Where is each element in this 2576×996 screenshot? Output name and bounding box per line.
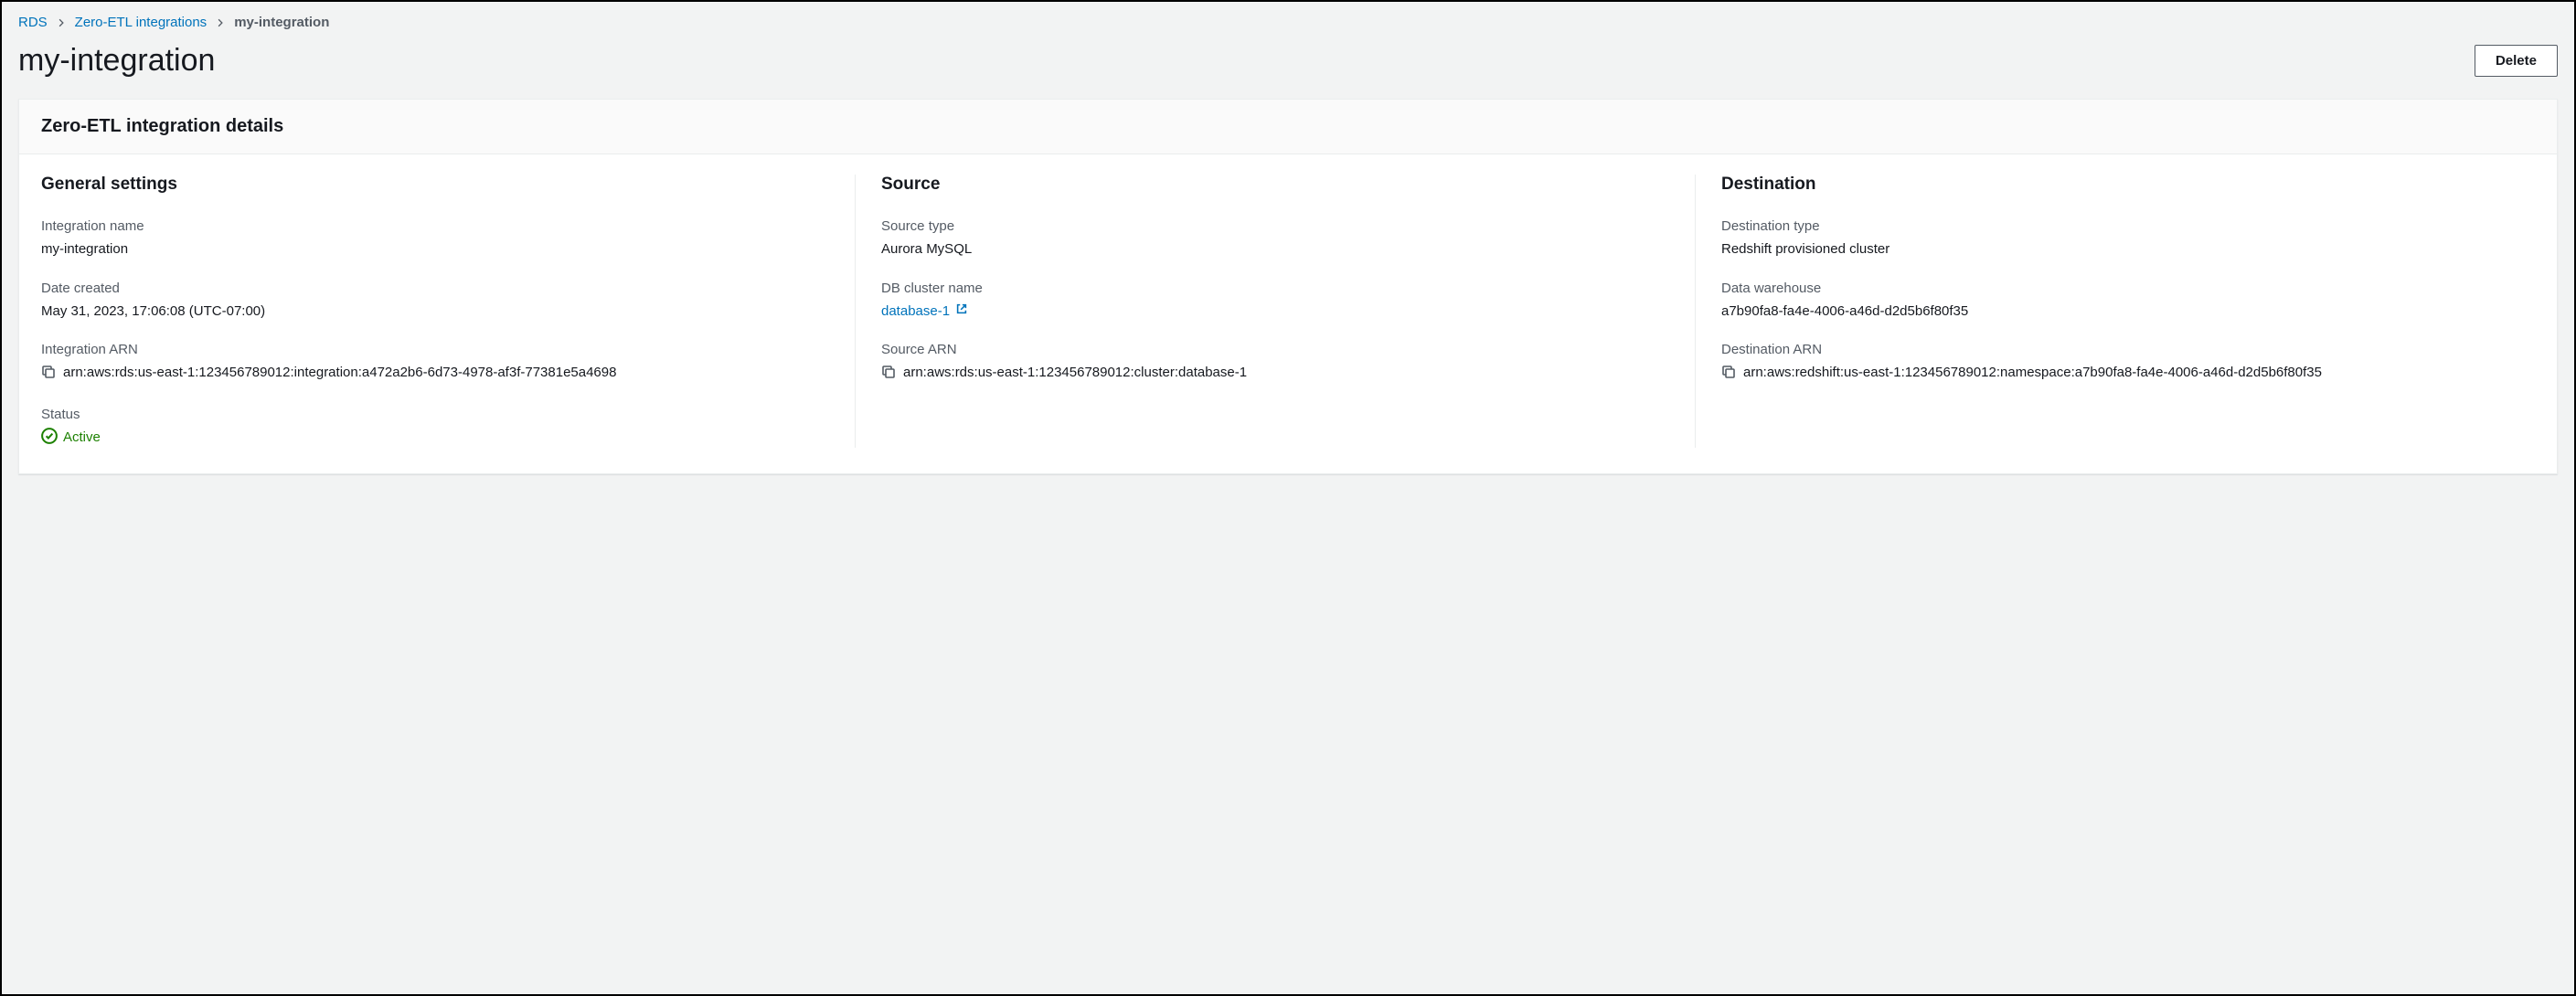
- source-type-value: Aurora MySQL: [881, 239, 1669, 260]
- status-label: Status: [41, 407, 829, 422]
- breadcrumb-current: my-integration: [234, 15, 329, 30]
- data-warehouse-value: a7b90fa8-fa4e-4006-a46d-d2d5b6f80f35: [1721, 302, 2509, 323]
- db-cluster-name-field: DB cluster name database-1: [881, 281, 1669, 323]
- copy-icon[interactable]: [41, 365, 56, 387]
- date-created-field: Date created May 31, 2023, 17:06:08 (UTC…: [41, 281, 829, 323]
- status-value: Active: [63, 429, 101, 445]
- source-arn-value: arn:aws:rds:us-east-1:123456789012:clust…: [903, 363, 1247, 384]
- general-heading: General settings: [41, 175, 829, 195]
- panel-title: Zero-ETL integration details: [41, 116, 2535, 137]
- db-cluster-name-label: DB cluster name: [881, 281, 1669, 296]
- destination-column: Destination Destination type Redshift pr…: [1695, 175, 2535, 448]
- source-type-label: Source type: [881, 218, 1669, 234]
- data-warehouse-field: Data warehouse a7b90fa8-fa4e-4006-a46d-d…: [1721, 281, 2509, 323]
- data-warehouse-label: Data warehouse: [1721, 281, 2509, 296]
- copy-icon[interactable]: [1721, 365, 1736, 387]
- integration-arn-label: Integration ARN: [41, 342, 829, 357]
- source-arn-label: Source ARN: [881, 342, 1669, 357]
- destination-arn-field: Destination ARN arn:aws:redshift:us-east…: [1721, 342, 2509, 387]
- destination-arn-label: Destination ARN: [1721, 342, 2509, 357]
- page-title: my-integration: [18, 43, 215, 79]
- db-cluster-name-value: database-1: [881, 303, 950, 319]
- breadcrumb-level1-link[interactable]: Zero-ETL integrations: [75, 15, 208, 30]
- chevron-right-icon: [216, 16, 225, 30]
- db-cluster-link[interactable]: database-1: [881, 303, 968, 319]
- source-column: Source Source type Aurora MySQL DB clust…: [855, 175, 1695, 448]
- date-created-label: Date created: [41, 281, 829, 296]
- source-type-field: Source type Aurora MySQL: [881, 218, 1669, 260]
- integration-arn-field: Integration ARN arn:aws:rds:us-east-1:12…: [41, 342, 829, 387]
- delete-button[interactable]: Delete: [2475, 45, 2558, 77]
- destination-type-field: Destination type Redshift provisioned cl…: [1721, 218, 2509, 260]
- details-columns: General settings Integration name my-int…: [19, 154, 2557, 473]
- copy-icon[interactable]: [881, 365, 896, 387]
- breadcrumb: RDS Zero-ETL integrations my-integration: [18, 11, 2558, 43]
- integration-name-field: Integration name my-integration: [41, 218, 829, 260]
- destination-type-value: Redshift provisioned cluster: [1721, 239, 2509, 260]
- status-field: Status Active: [41, 407, 829, 448]
- destination-heading: Destination: [1721, 175, 2509, 195]
- check-circle-icon: [41, 428, 58, 448]
- source-heading: Source: [881, 175, 1669, 195]
- source-arn-field: Source ARN arn:aws:rds:us-east-1:1234567…: [881, 342, 1669, 387]
- page-header: my-integration Delete: [18, 43, 2558, 79]
- panel-header: Zero-ETL integration details: [19, 100, 2557, 154]
- integration-arn-value: arn:aws:rds:us-east-1:123456789012:integ…: [63, 363, 616, 384]
- destination-arn-value: arn:aws:redshift:us-east-1:123456789012:…: [1743, 363, 2322, 384]
- details-panel: Zero-ETL integration details General set…: [18, 99, 2558, 474]
- chevron-right-icon: [57, 16, 66, 30]
- general-column: General settings Integration name my-int…: [41, 175, 855, 448]
- integration-name-label: Integration name: [41, 218, 829, 234]
- date-created-value: May 31, 2023, 17:06:08 (UTC-07:00): [41, 302, 829, 323]
- breadcrumb-root-link[interactable]: RDS: [18, 15, 48, 30]
- integration-name-value: my-integration: [41, 239, 829, 260]
- external-link-icon: [955, 303, 968, 319]
- destination-type-label: Destination type: [1721, 218, 2509, 234]
